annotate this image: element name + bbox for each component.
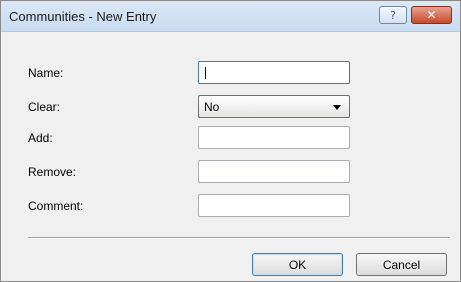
remove-row: Remove:: [1, 160, 460, 184]
clear-selected-value: No: [204, 100, 220, 114]
help-button[interactable]: ?: [379, 6, 407, 24]
comment-input[interactable]: [198, 194, 350, 217]
text-cursor: [205, 67, 206, 79]
name-label: Name:: [28, 66, 64, 80]
ok-button[interactable]: OK: [252, 253, 343, 276]
add-input[interactable]: [198, 126, 350, 149]
comment-label: Comment:: [28, 199, 84, 213]
close-icon: ✕: [426, 8, 437, 22]
clear-row: Clear: No: [1, 95, 460, 119]
remove-input[interactable]: [198, 160, 350, 183]
name-row: Name:: [1, 61, 460, 85]
clear-dropdown[interactable]: No: [198, 95, 350, 118]
comment-row: Comment:: [1, 194, 460, 218]
divider: [28, 237, 450, 239]
dialog-body: Name: Clear: No Add: Remove: Comment: OK…: [1, 32, 460, 281]
add-row: Add:: [1, 126, 460, 150]
chevron-down-icon: [333, 105, 341, 110]
close-button[interactable]: ✕: [411, 6, 452, 24]
communities-dialog: Communities - New Entry ? ✕ Name: Clear:…: [0, 0, 461, 282]
name-input[interactable]: [198, 61, 350, 84]
question-mark-icon: ?: [390, 8, 396, 22]
add-label: Add:: [28, 131, 53, 145]
remove-label: Remove:: [28, 165, 77, 179]
title-bar: Communities - New Entry ? ✕: [1, 1, 460, 32]
window-title: Communities - New Entry: [9, 9, 157, 24]
cancel-button[interactable]: Cancel: [356, 253, 447, 276]
clear-label: Clear:: [28, 100, 61, 114]
